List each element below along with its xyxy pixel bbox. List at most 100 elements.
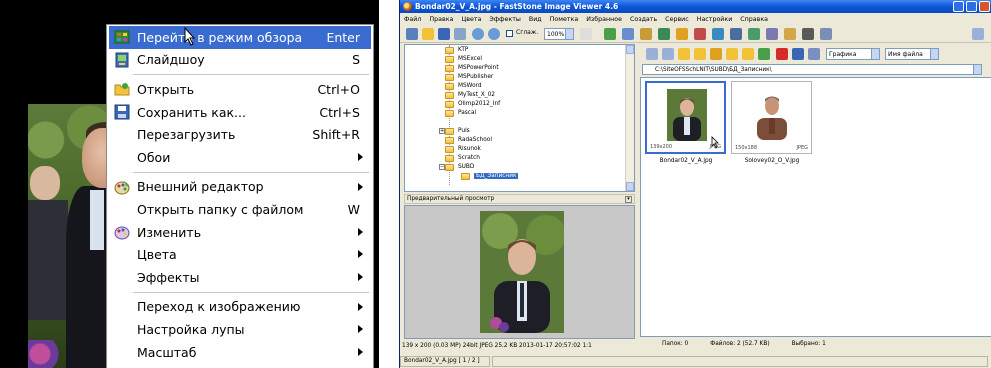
submenu-arrow-icon xyxy=(358,347,363,356)
layout-icon[interactable] xyxy=(972,28,984,40)
folder-up-icon[interactable] xyxy=(678,48,690,60)
new-folder-icon[interactable] xyxy=(710,48,722,60)
folder-icon xyxy=(445,163,454,171)
copy-to-icon[interactable] xyxy=(726,48,738,60)
menu-tag[interactable]: Пометка xyxy=(550,16,579,23)
back-icon[interactable] xyxy=(646,48,658,60)
submenu-arrow-icon xyxy=(358,302,363,311)
menu-item-save-as[interactable]: Сохранить как... Ctrl+S xyxy=(107,101,373,124)
menu-file[interactable]: Файл xyxy=(404,16,421,23)
print-icon[interactable] xyxy=(802,28,814,40)
scroll-down-icon[interactable] xyxy=(626,182,634,191)
details-view-icon[interactable] xyxy=(808,48,820,60)
menu-item-effects[interactable]: Эффекты xyxy=(107,266,373,289)
menu-item-label: Перейти в режим обзора xyxy=(137,29,303,45)
zoom-in-icon[interactable] xyxy=(472,28,484,40)
menu-tools[interactable]: Сервис xyxy=(665,16,689,23)
menu-item-edit[interactable]: Изменить xyxy=(107,221,373,244)
path-field[interactable]: C:\SiteOFSSchLNIT\SUBD\БД_Записник\ xyxy=(642,64,982,75)
effects-icon[interactable] xyxy=(694,28,706,40)
save-as-icon[interactable] xyxy=(454,28,466,40)
view-mode-select[interactable]: Графика xyxy=(826,48,880,60)
menu-edit[interactable]: Правка xyxy=(429,16,453,23)
tree-item[interactable]: MSExcel xyxy=(445,55,482,64)
status-bar: Bondar02_V_A.jpg [ 1 / 2 ] xyxy=(400,354,991,368)
submenu-arrow-icon xyxy=(358,272,363,281)
settings-icon[interactable] xyxy=(820,28,832,40)
menu-item-browse-mode[interactable]: Перейти в режим обзора Enter xyxy=(109,26,371,49)
smooth-checkbox[interactable] xyxy=(506,30,513,37)
folder-icon xyxy=(445,73,454,81)
menu-favorites[interactable]: Избранное xyxy=(586,16,622,23)
tree-item[interactable]: KTP xyxy=(445,46,468,55)
menu-colors[interactable]: Цвета xyxy=(461,16,481,23)
tree-item[interactable]: MSWord xyxy=(445,82,482,91)
menu-item-open[interactable]: Открыть Ctrl+O xyxy=(107,78,373,101)
scroll-up-icon[interactable] xyxy=(626,45,634,54)
screen-capture-icon[interactable] xyxy=(748,28,760,40)
rename-icon[interactable] xyxy=(766,28,778,40)
batch-convert-icon[interactable] xyxy=(658,28,670,40)
compare-icon[interactable] xyxy=(622,28,634,40)
menu-item-label: Обои xyxy=(137,149,171,165)
chevron-down-icon[interactable] xyxy=(973,65,981,74)
preview-image xyxy=(480,211,564,333)
zoom-select[interactable]: 100% xyxy=(544,28,574,40)
minimize-button[interactable] xyxy=(953,1,964,12)
tree-item[interactable]: MSPowerPoint xyxy=(445,64,499,73)
submenu-arrow-icon xyxy=(358,250,363,259)
favorites-icon[interactable] xyxy=(694,48,706,60)
menu-item-open-containing-folder[interactable]: Открыть папку с файлом W xyxy=(107,198,373,221)
zoom-out-icon[interactable] xyxy=(488,28,500,40)
app-icon xyxy=(403,2,412,11)
tree-scrollbar[interactable] xyxy=(625,45,634,191)
scan-icon[interactable] xyxy=(784,28,796,40)
contact-sheet-icon[interactable] xyxy=(730,28,742,40)
thumbnail-item[interactable]: 150x188 JPEG xyxy=(731,81,812,154)
close-button[interactable] xyxy=(979,1,990,12)
tree-item[interactable]: Olimp2012_Inf xyxy=(445,100,500,109)
delete-icon[interactable] xyxy=(776,48,788,60)
folder-open-icon xyxy=(461,172,470,180)
tree-item[interactable]: MSPublisher xyxy=(445,73,493,82)
menu-item-magnifier-settings[interactable]: Настройка лупы xyxy=(107,318,373,341)
tree-item-selected[interactable]: БД_Записник xyxy=(461,172,519,181)
tree-item[interactable]: RadaSchool xyxy=(445,136,492,145)
save-icon[interactable] xyxy=(438,28,450,40)
tree-item[interactable]: MyTest_X_02 xyxy=(445,91,495,100)
menu-item-colors[interactable]: Цвета xyxy=(107,243,373,266)
maximize-button[interactable] xyxy=(966,1,977,12)
tree-item[interactable]: Scratch xyxy=(445,154,480,163)
refresh-icon[interactable] xyxy=(758,48,770,60)
move-to-icon[interactable] xyxy=(742,48,754,60)
browser-toolbar: Графика Имя файла xyxy=(640,45,991,63)
tree-item[interactable]: Pascal xyxy=(445,109,476,118)
thumbnails-view-icon[interactable] xyxy=(792,48,804,60)
image-icon[interactable] xyxy=(604,28,616,40)
files-count: Файлов: 2 (52.7 KB) xyxy=(710,340,770,347)
menu-item-external-editor[interactable]: Внешний редактор xyxy=(107,176,373,199)
email-icon[interactable] xyxy=(640,28,652,40)
menu-item-wallpaper[interactable]: Обои xyxy=(107,146,373,169)
menu-create[interactable]: Создать xyxy=(630,16,657,23)
menu-effects[interactable]: Эффекты xyxy=(489,16,520,23)
camera-icon[interactable] xyxy=(406,28,418,40)
collapse-preview-icon[interactable]: ▾ xyxy=(625,196,632,203)
resize-icon[interactable] xyxy=(712,28,724,40)
menu-item-slideshow[interactable]: Слайдшоу S xyxy=(107,49,373,72)
sort-select[interactable]: Имя файла xyxy=(885,48,939,60)
menu-item-go-to-image[interactable]: Переход к изображению xyxy=(107,296,373,319)
tree-item[interactable]: Puls xyxy=(445,127,470,136)
hand-tool-icon[interactable] xyxy=(580,28,592,40)
tree-item[interactable]: Risunok xyxy=(445,145,481,154)
menu-item-reload[interactable]: Перезагрузить Shift+R xyxy=(107,123,373,146)
open-folder-icon[interactable] xyxy=(422,28,434,40)
browser-status: Папок: 0 Файлов: 2 (52.7 KB) Выбрано: 1 xyxy=(640,338,991,349)
tree-item[interactable]: SUBD xyxy=(445,163,474,172)
menu-help[interactable]: Справка xyxy=(740,16,768,23)
menu-item-zoom[interactable]: Масштаб xyxy=(107,341,373,364)
menu-settings[interactable]: Настройки xyxy=(697,16,733,23)
slideshow-icon[interactable] xyxy=(676,28,688,40)
menu-view[interactable]: Вид xyxy=(529,16,542,23)
forward-icon[interactable] xyxy=(662,48,674,60)
